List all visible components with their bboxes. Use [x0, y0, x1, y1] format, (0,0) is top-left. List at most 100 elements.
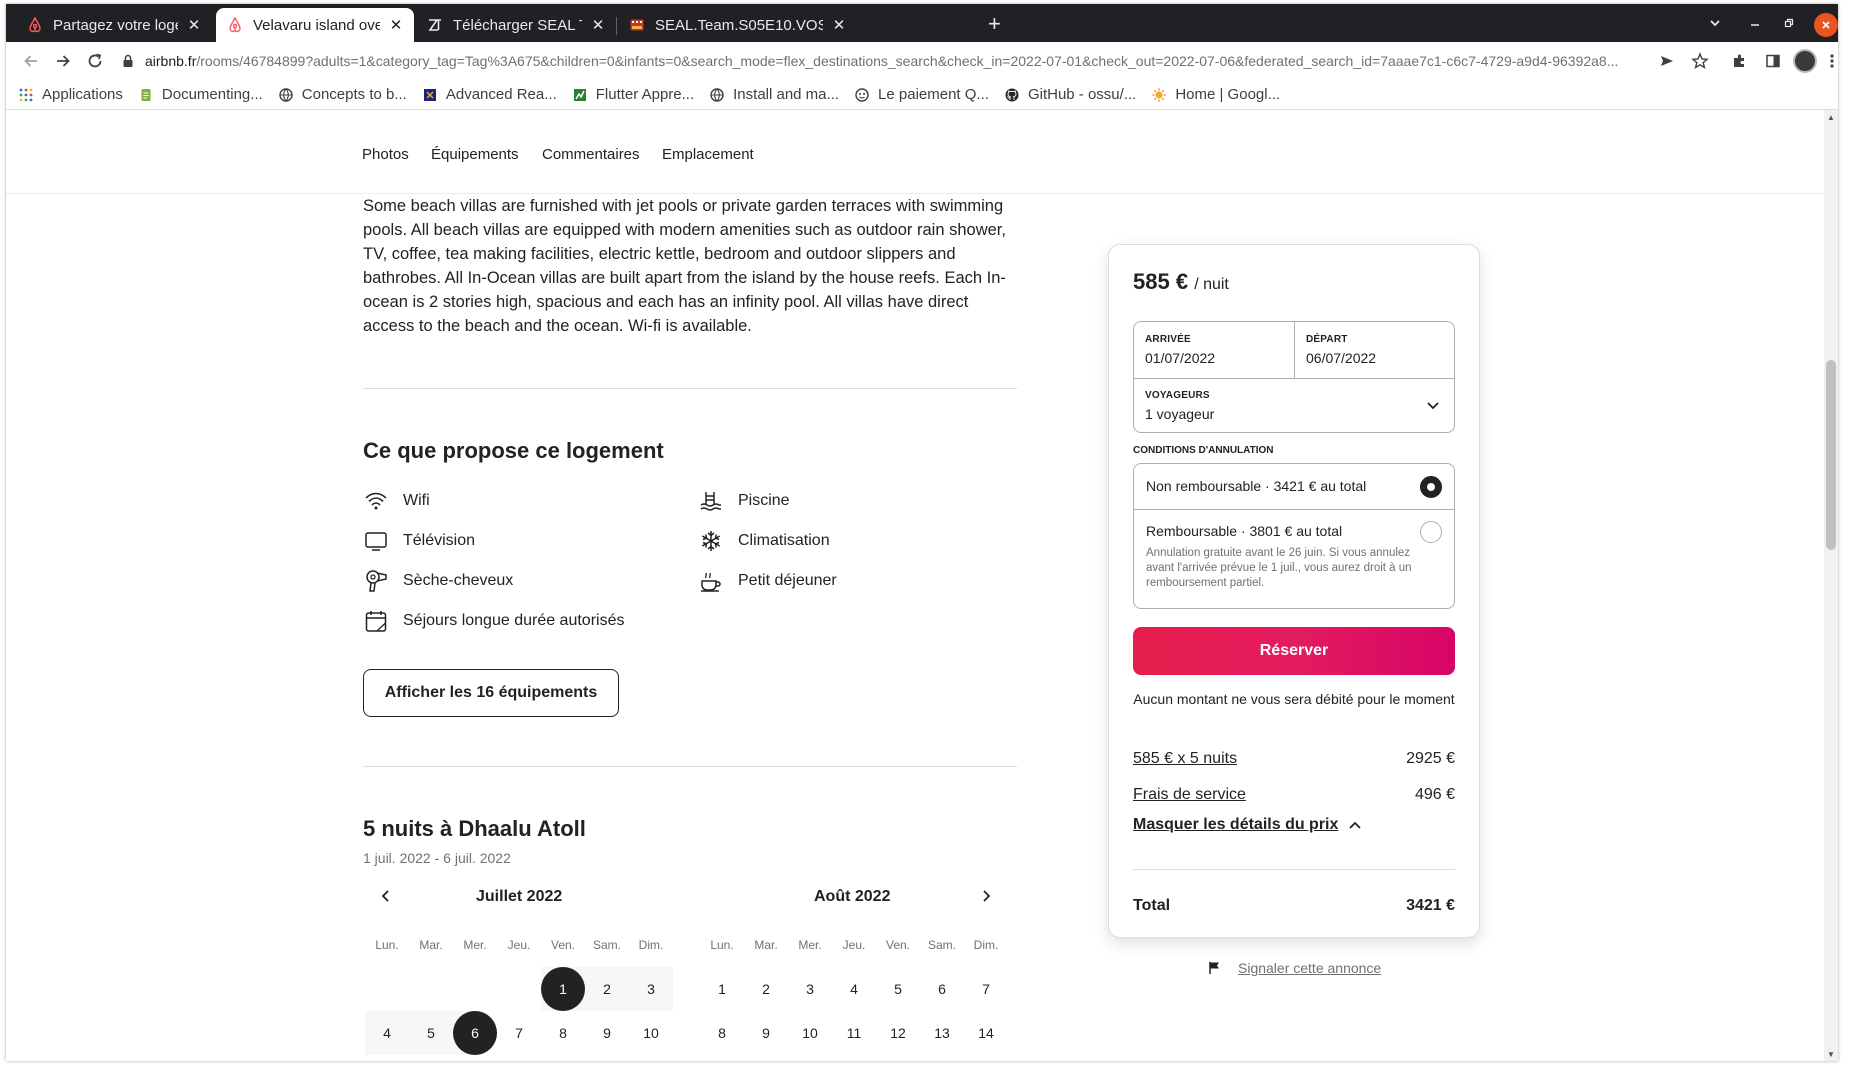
calendar-day[interactable]: 8 — [700, 1011, 744, 1055]
amenity-label: Séjours longue durée autorisés — [403, 612, 625, 629]
star-icon[interactable] — [1687, 48, 1713, 74]
tab-velavaru[interactable]: Velavaru island overwate ✕ — [216, 8, 414, 42]
subnav-commentaires[interactable]: Commentaires — [542, 146, 640, 163]
nightly-price: 585 € / nuit — [1133, 269, 1229, 295]
calendar-day[interactable]: 12 — [876, 1011, 920, 1055]
calendar-day[interactable]: 8 — [541, 1011, 585, 1055]
calendar-day[interactable]: 13 — [920, 1011, 964, 1055]
bookmark-install[interactable]: Install and ma... — [709, 86, 839, 103]
calendar-day[interactable]: 6 — [920, 967, 964, 1011]
price-line-label[interactable]: 585 € x 5 nuits — [1133, 750, 1237, 768]
tab-title: Velavaru island overwate — [253, 16, 380, 34]
reserve-button[interactable]: Réserver — [1133, 627, 1455, 675]
calendar-day[interactable]: 7 — [964, 967, 1008, 1011]
tab-seal-team[interactable]: SEAL.Team.S05E10.VOSTF ✕ — [618, 8, 980, 42]
price-line-label[interactable]: Frais de service — [1133, 786, 1246, 804]
report-listing-link[interactable]: Signaler cette annonce — [1208, 960, 1381, 976]
send-icon[interactable] — [1654, 48, 1680, 74]
close-icon[interactable]: ✕ — [590, 16, 606, 34]
bookmark-google[interactable]: Home | Googl... — [1151, 86, 1280, 103]
option-refundable[interactable]: Remboursable · 3801 € au total Annulatio… — [1134, 511, 1454, 610]
bookmark-label: Flutter Appre... — [595, 86, 695, 103]
calendar-day[interactable]: 1 — [700, 967, 744, 1011]
page-scrollbar[interactable]: ▲ ▼ — [1824, 110, 1838, 1061]
back-icon[interactable] — [18, 48, 44, 74]
subnav-photos[interactable]: Photos — [362, 146, 409, 163]
side-panel-icon[interactable] — [1760, 48, 1786, 74]
subnav-equipements[interactable]: Équipements — [431, 146, 519, 163]
bookmark-documenting[interactable]: Documenting... — [138, 86, 263, 103]
page-content: Photos Équipements Commentaires Emplacem… — [6, 110, 1838, 1061]
weekday-label: Dim. — [973, 938, 999, 952]
calendar-day[interactable]: 4 — [832, 967, 876, 1011]
window-close-icon[interactable] — [1814, 13, 1838, 37]
calendar-day[interactable]: 5 — [409, 1011, 453, 1055]
section-divider — [363, 766, 1017, 767]
weekday-label: Mer. — [463, 938, 487, 952]
next-month-button[interactable] — [970, 880, 1002, 912]
bookmark-advanced[interactable]: Advanced Rea... — [422, 86, 557, 103]
calendar-day[interactable]: 9 — [744, 1011, 788, 1055]
new-tab-button[interactable]: + — [988, 12, 1001, 36]
calendar-day-checkout[interactable]: 6 — [453, 1011, 497, 1055]
amenity-television: Télévision — [363, 528, 475, 554]
weekday-label: Ven. — [550, 938, 576, 952]
profile-avatar[interactable] — [1793, 49, 1817, 73]
option-non-refundable[interactable]: Non remboursable · 3421 € au total — [1134, 464, 1454, 510]
calendar-day-checkin[interactable]: 1 — [541, 967, 585, 1011]
reload-icon[interactable] — [82, 48, 108, 74]
subnav-emplacement[interactable]: Emplacement — [662, 146, 754, 163]
bookmark-concepts[interactable]: Concepts to b... — [278, 86, 407, 103]
bookmark-flutter[interactable]: Flutter Appre... — [572, 86, 694, 103]
calendar-day[interactable]: 14 — [964, 1011, 1008, 1055]
scroll-thumb[interactable] — [1826, 360, 1836, 550]
calendar-day[interactable]: 3 — [788, 967, 832, 1011]
address-bar[interactable]: airbnb.fr/rooms/46784899?adults=1&catego… — [119, 45, 1679, 77]
url-text: airbnb.fr/rooms/46784899?adults=1&catego… — [145, 53, 1679, 69]
section-divider — [363, 388, 1017, 389]
restore-icon[interactable] — [1776, 10, 1802, 36]
close-icon[interactable]: ✕ — [186, 16, 202, 34]
calendar-day[interactable]: 2 — [585, 967, 629, 1011]
calendar-day[interactable]: 2 — [744, 967, 788, 1011]
previous-month-button[interactable] — [370, 880, 402, 912]
minimize-icon[interactable] — [1742, 10, 1768, 36]
guests-field[interactable]: VOYAGEURS 1 voyageur — [1134, 379, 1454, 434]
scroll-down-icon[interactable]: ▼ — [1824, 1047, 1838, 1061]
tab-search-icon[interactable] — [1702, 10, 1728, 36]
checkin-field[interactable]: ARRIVÉE 01/07/2022 — [1134, 322, 1294, 378]
close-icon[interactable]: ✕ — [388, 16, 404, 34]
weekday-label: Lun. — [710, 938, 734, 952]
show-all-amenities-button[interactable]: Afficher les 16 équipements — [363, 669, 619, 717]
tab-telecharger[interactable]: Télécharger SEAL Team - S ✕ — [416, 8, 616, 42]
scroll-up-icon[interactable]: ▲ — [1824, 110, 1838, 124]
url-path: /rooms/46784899?adults=1&category_tag=Ta… — [196, 53, 1619, 69]
tv-icon — [363, 528, 389, 554]
tab-partagez[interactable]: Partagez votre logement ✕ — [16, 8, 212, 42]
calendar-day[interactable]: 7 — [497, 1011, 541, 1055]
forward-icon[interactable] — [50, 48, 76, 74]
amenity-label: Sèche-cheveux — [403, 572, 514, 589]
hide-price-details-link[interactable]: Masquer les détails du prix — [1133, 816, 1362, 834]
calendar-day[interactable]: 5 — [876, 967, 920, 1011]
calendar-day[interactable]: 10 — [788, 1011, 832, 1055]
menu-icon[interactable] — [1826, 48, 1838, 74]
bookmark-github[interactable]: GitHub - ossu/... — [1004, 86, 1136, 103]
checkout-field[interactable]: DÉPART 06/07/2022 — [1295, 322, 1455, 378]
calendar-day[interactable]: 9 — [585, 1011, 629, 1055]
extensions-icon[interactable] — [1727, 48, 1753, 74]
card-divider — [1133, 869, 1455, 870]
bookmark-paiement[interactable]: Le paiement Q... — [854, 86, 989, 103]
amenity-label: Télévision — [403, 532, 476, 549]
calendar-day[interactable]: 4 — [365, 1011, 409, 1055]
radio-unselected[interactable] — [1420, 521, 1442, 543]
face-icon — [854, 87, 870, 103]
sun-icon — [1151, 87, 1167, 103]
close-icon[interactable]: ✕ — [831, 16, 847, 34]
calendar-day[interactable]: 10 — [629, 1011, 673, 1055]
calendar-day[interactable]: 3 — [629, 967, 673, 1011]
calendar-day[interactable]: 11 — [832, 1011, 876, 1055]
radio-selected[interactable] — [1420, 476, 1442, 498]
bookmark-applications[interactable]: Applications — [18, 86, 123, 103]
guests-value: 1 voyageur — [1145, 406, 1215, 422]
